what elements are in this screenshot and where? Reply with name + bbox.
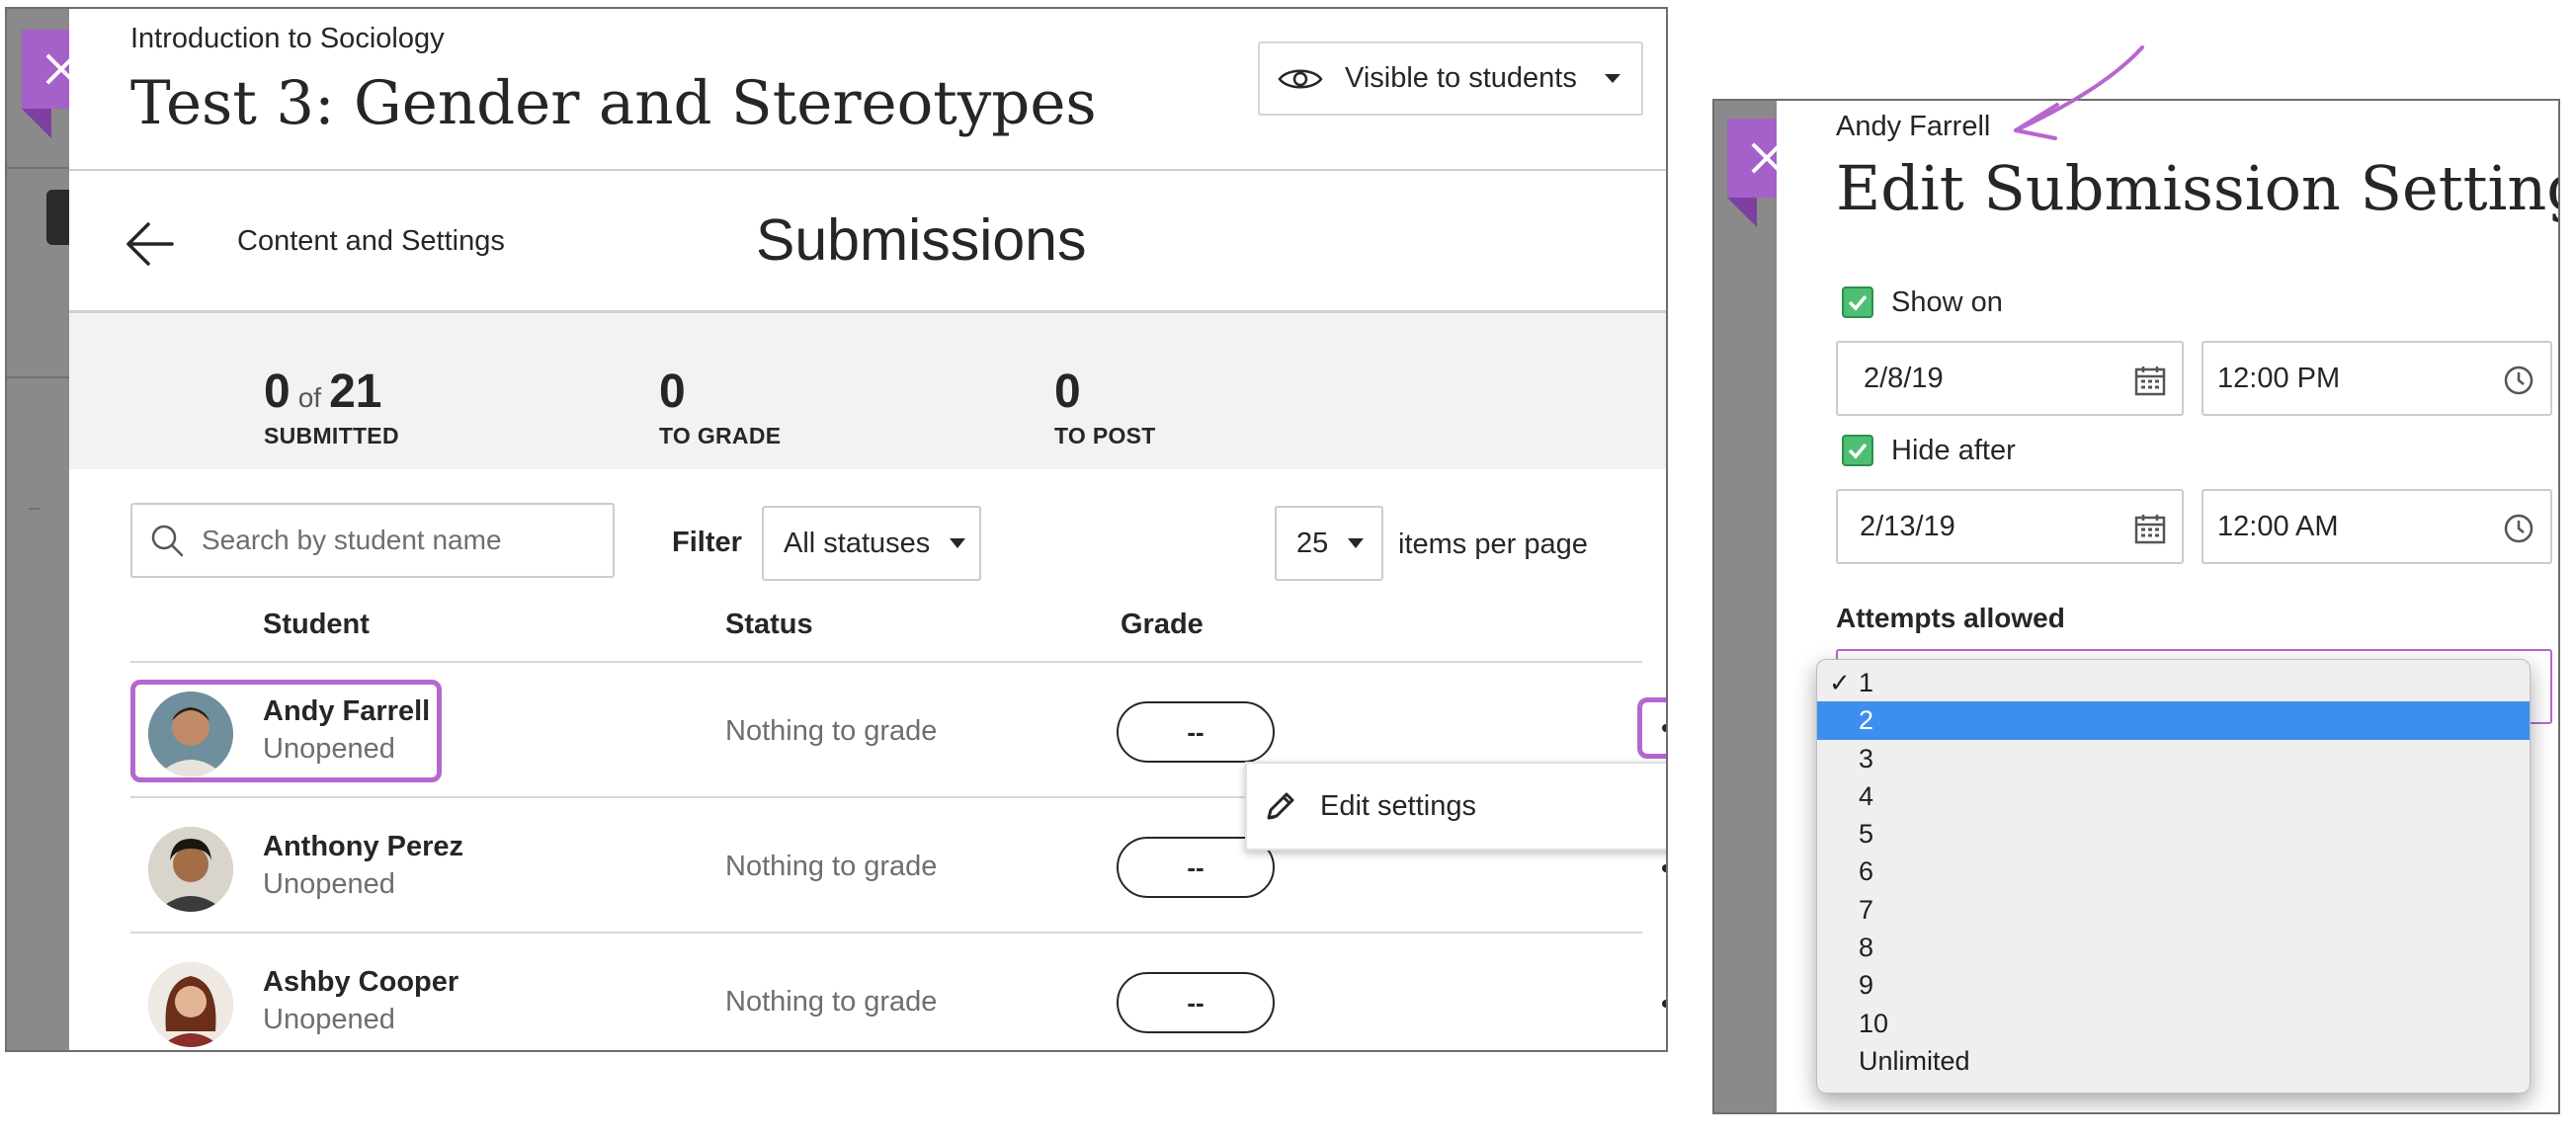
search-input[interactable] — [202, 525, 587, 556]
attempts-option[interactable]: 10 — [1817, 1005, 2530, 1042]
edit-settings-label: Edit settings — [1320, 789, 1476, 822]
show-on-time: 12:00 PM — [2217, 362, 2341, 394]
submission-status: Unopened — [263, 733, 395, 765]
show-on-date: 2/8/19 — [1864, 362, 1944, 394]
hide-after-label: Hide after — [1891, 435, 2016, 466]
grade-pill[interactable]: -- — [1117, 701, 1275, 763]
more-dots-icon — [1662, 1000, 1666, 1008]
panel-title: Edit Submission Settings — [1836, 152, 2560, 224]
status-filter-select[interactable]: All statuses — [762, 506, 981, 581]
more-dots-icon — [1662, 724, 1666, 732]
column-header-status[interactable]: Status — [725, 609, 813, 641]
clock-icon[interactable] — [2503, 513, 2534, 544]
test-title: Test 3: Gender and Stereotypes — [130, 68, 1097, 138]
show-on-time-field[interactable]: 12:00 PM — [2202, 341, 2552, 416]
avatar — [148, 962, 233, 1047]
checkmark-icon: ✓ — [1829, 668, 1851, 697]
column-header-student[interactable]: Student — [263, 609, 370, 641]
search-icon — [151, 525, 184, 557]
attempts-option[interactable]: 8 — [1817, 929, 2530, 966]
grade-pill[interactable]: -- — [1117, 972, 1275, 1033]
search-field[interactable] — [130, 503, 615, 578]
more-options-button[interactable] — [1637, 697, 1666, 759]
hide-after-checkbox[interactable] — [1842, 435, 1873, 466]
stats-summary: 0 of 21 SUBMITTED 0 TO GRADE 0 TO POST — [69, 313, 1666, 469]
show-on-checkbox[interactable] — [1842, 286, 1873, 318]
student-name[interactable]: Andy Farrell — [263, 695, 430, 728]
stat-submitted: 0 of 21 SUBMITTED — [264, 366, 399, 448]
table-row: Ashby Cooper Unopened Nothing to grade -… — [130, 935, 1666, 1050]
avatar — [148, 827, 233, 912]
attempts-option[interactable]: 9 — [1817, 966, 2530, 1004]
visibility-dropdown[interactable]: Visible to students — [1258, 41, 1643, 116]
more-options-button[interactable] — [1637, 973, 1666, 1034]
hide-after-time: 12:00 AM — [2217, 510, 2339, 542]
student-name: Andy Farrell — [1836, 111, 1991, 142]
page-title: Submissions — [756, 207, 1087, 273]
attempts-allowed-label: Attempts allowed — [1836, 603, 2065, 633]
hide-after-date-field[interactable]: 2/13/19 — [1836, 489, 2184, 564]
course-name: Introduction to Sociology — [130, 23, 445, 54]
checkmark-icon — [1848, 294, 1868, 311]
student-name[interactable]: Ashby Cooper — [263, 966, 458, 999]
filter-label: Filter — [672, 527, 742, 558]
chevron-down-icon — [950, 538, 966, 548]
calendar-icon[interactable] — [2134, 365, 2166, 396]
column-header-grade[interactable]: Grade — [1121, 609, 1204, 641]
grade-status: Nothing to grade — [725, 715, 938, 747]
annotation-arrow-icon — [2014, 45, 2144, 140]
submission-status: Unopened — [263, 868, 395, 900]
divider — [69, 169, 1666, 171]
attempts-option[interactable]: 7 — [1817, 891, 2530, 929]
per-page-value: 25 — [1296, 527, 1329, 559]
attempts-option[interactable]: 6 — [1817, 853, 2530, 890]
pencil-icon — [1267, 792, 1294, 820]
per-page-label: items per page — [1398, 529, 1588, 560]
attempts-option[interactable]: ✓ 1 — [1817, 664, 2530, 701]
edit-settings-menu-item[interactable]: Edit settings — [1245, 762, 1666, 851]
attempts-option[interactable]: Unlimited — [1817, 1042, 2530, 1080]
attempts-dropdown-list[interactable]: ✓ 1 2 3 4 5 6 7 8 9 10 Unlimited — [1816, 659, 2531, 1094]
edit-submission-settings-panel: Andy Farrell Edit Submission Settings Sh… — [1777, 99, 2560, 1114]
chevron-down-icon — [1348, 538, 1365, 548]
hide-after-date: 2/13/19 — [1860, 510, 1955, 542]
attempts-option[interactable]: 3 — [1817, 740, 2530, 777]
student-name[interactable]: Anthony Perez — [263, 831, 463, 863]
attempts-option[interactable]: 5 — [1817, 815, 2530, 853]
divider — [130, 932, 1642, 934]
visibility-label: Visible to students — [1345, 62, 1577, 94]
content-and-settings-link[interactable]: Content and Settings — [237, 225, 505, 258]
show-on-label: Show on — [1891, 286, 2003, 318]
avatar — [148, 692, 233, 776]
chevron-down-icon — [1604, 74, 1620, 83]
grade-status: Nothing to grade — [725, 851, 938, 882]
eye-icon — [1278, 69, 1323, 88]
calendar-icon[interactable] — [2134, 513, 2166, 544]
more-dots-icon — [1662, 864, 1666, 872]
back-arrow-icon[interactable] — [125, 218, 176, 270]
attempts-option-highlighted[interactable]: 2 — [1817, 701, 2530, 740]
submissions-panel: Introduction to Sociology Test 3: Gender… — [69, 7, 1668, 1052]
status-filter-value: All statuses — [784, 527, 931, 559]
divider — [130, 661, 1642, 663]
clock-icon[interactable] — [2503, 365, 2534, 396]
submission-status: Unopened — [263, 1004, 395, 1035]
per-page-select[interactable]: 25 — [1275, 506, 1383, 581]
hide-after-time-field[interactable]: 12:00 AM — [2202, 489, 2552, 564]
grade-status: Nothing to grade — [725, 986, 938, 1017]
stat-to-grade: 0 TO GRADE — [659, 366, 782, 448]
stat-to-post: 0 TO POST — [1054, 366, 1156, 448]
attempts-option[interactable]: 4 — [1817, 777, 2530, 815]
checkmark-icon — [1848, 443, 1868, 459]
show-on-date-field[interactable]: 2/8/19 — [1836, 341, 2184, 416]
